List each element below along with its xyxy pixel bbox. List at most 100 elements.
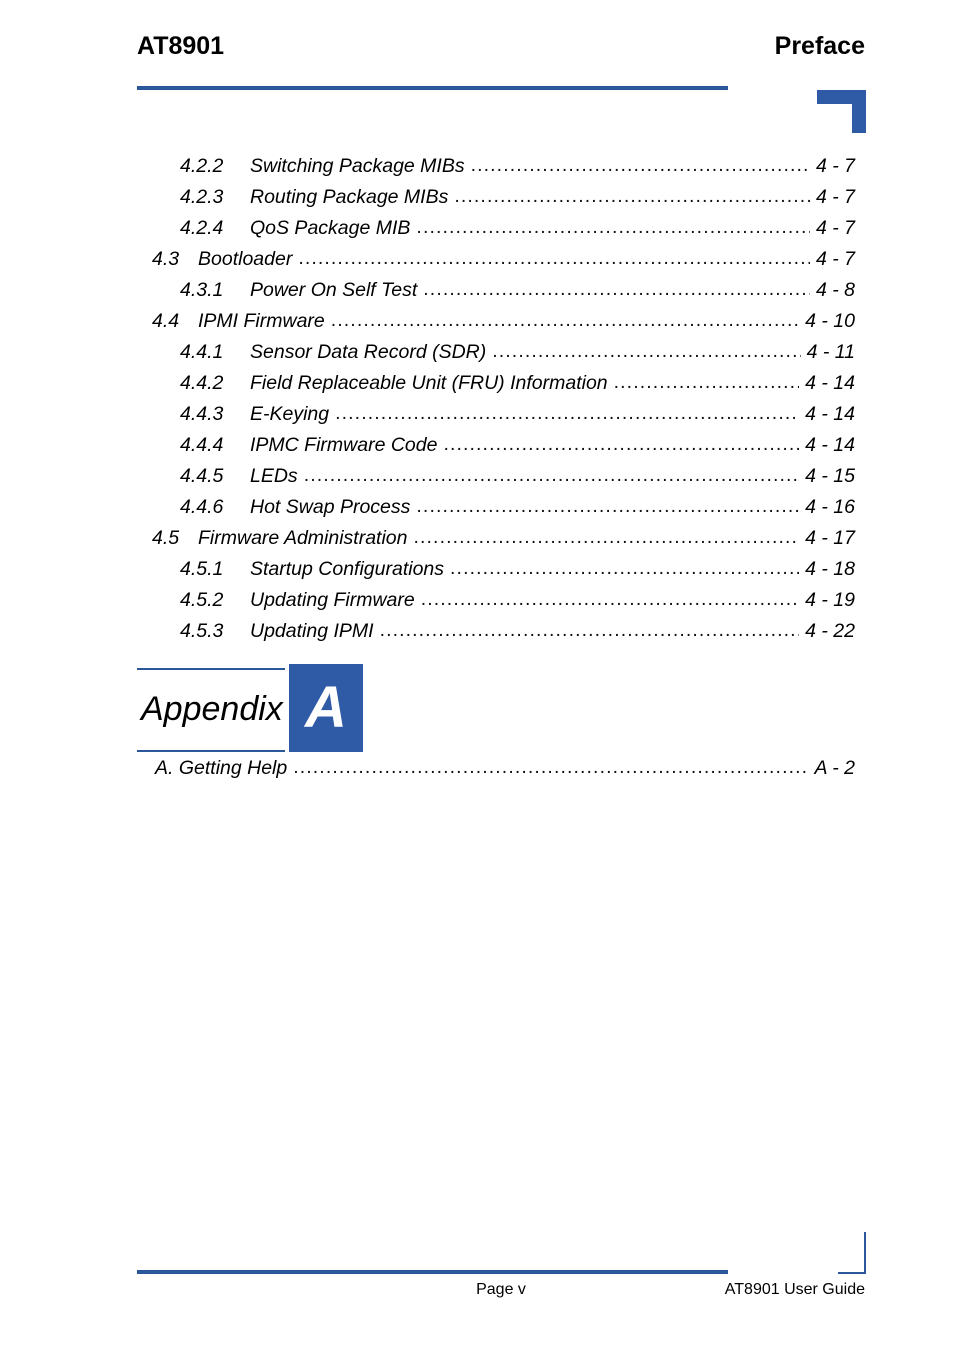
toc-entry-dot-leader [293,752,808,774]
toc-entry-title: Startup Configurations [250,558,445,580]
corner-mark-bottom-horizontal-line [838,1272,866,1274]
toc-entry-page-number: 4 - 14 [805,434,855,456]
toc-entry-page-number: 4 - 15 [805,465,855,487]
toc-entry-page-number: 4 - 7 [815,186,855,208]
toc-entry-title: Power On Self Test [250,279,418,301]
toc-entry-dot-leader [492,336,800,358]
toc-entry-number: 4.5.1 [180,558,224,580]
toc-entry-content: 4.2.3 Routing Package MIBs 4 - 7 [180,181,855,213]
toc-entry-number: 4.5.3 [180,620,224,642]
toc-entry-dot-leader [331,305,799,327]
toc-entry-content: 4.4.2 Field Replaceable Unit (FRU) Inform… [180,367,855,399]
toc-entry-title: LEDs [250,465,298,487]
toc-entry[interactable]: 4.3.1 Power On Self Test 4 - 8 [0,274,954,305]
toc-entry[interactable]: 4.2.2 Switching Package MIBs 4 - 7 [0,150,954,181]
toc-entry-title: Field Replaceable Unit (FRU) Information [250,372,608,394]
toc-entry-number: 4.2.2 [180,155,224,177]
toc-entry-page-number: 4 - 19 [805,589,855,611]
appendix-rule-top [137,668,285,670]
toc-entry-title: Sensor Data Record (SDR) [250,341,487,363]
toc-entry-title: QoS Package MIB [250,217,411,239]
toc-entry-number: 4.2.4 [180,217,224,239]
toc-entry-title: Bootloader [198,248,293,270]
toc-entry[interactable]: 4.3 Bootloader 4 - 7 [0,243,954,274]
toc-entry-title: IPMI Firmware [198,310,325,332]
toc-entry[interactable]: 4.2.4 QoS Package MIB 4 - 7 [0,212,954,243]
toc-entry[interactable]: 4.2.3 Routing Package MIBs 4 - 7 [0,181,954,212]
toc-entry-page-number: A - 2 [814,757,855,779]
toc-entry-number: 4.4.1 [180,341,224,363]
appendix-heading: Appendix A [137,664,365,752]
corner-mark-bottom-vertical-line [864,1232,866,1274]
toc-entry[interactable]: 4.5.1 Startup Configurations 4 - 18 [0,553,954,584]
toc-entry-dot-leader [471,150,810,172]
toc-entry-number: 4.4.6 [180,496,224,518]
toc-entry-page-number: 4 - 16 [805,496,855,518]
toc-entry-number: 4.2.3 [180,186,224,208]
toc-entry-dot-leader [416,212,810,234]
toc-entry-dot-leader [450,553,799,575]
appendix-letter: A [305,675,347,740]
toc-entry-number: 4.4.4 [180,434,224,456]
toc-entry-content: A. Getting Help A - 2 [155,752,855,784]
toc-entry-number: 4.5 [152,527,180,549]
toc-entry-number: 4.3.1 [180,279,224,301]
toc-entry-page-number: 4 - 14 [805,372,855,394]
toc-entry[interactable]: 4.4.2 Field Replaceable Unit (FRU) Inform… [0,367,954,398]
toc-entry-content: 4.2.4 QoS Package MIB 4 - 7 [180,212,855,244]
header-divider [137,86,728,90]
toc-entry-title: Hot Swap Process [250,496,411,518]
toc-entry-page-number: 4 - 7 [815,248,855,270]
toc-entry-page-number: 4 - 11 [806,341,855,363]
toc-entry-content: 4.3 Bootloader 4 - 7 [152,243,855,275]
toc-entry-title: Switching Package MIBs [250,155,465,177]
toc-entry[interactable]: 4.5 Firmware Administration 4 - 17 [0,522,954,553]
toc-entry-content: 4.4.4 IPMC Firmware Code 4 - 14 [180,429,855,461]
toc-entry-title: Updating Firmware [250,589,415,611]
page-footer: Page v AT8901 User Guide [137,1281,865,1305]
toc-entry[interactable]: 4.4.3 E-Keying 4 - 14 [0,398,954,429]
toc-entry-content: 4.2.2 Switching Package MIBs 4 - 7 [180,150,855,182]
toc-entry[interactable]: 4.5.2 Updating Firmware 4 - 19 [0,584,954,615]
toc-entry-title: Firmware Administration [198,527,408,549]
footer-divider [137,1270,728,1274]
toc-entry[interactable]: 4.4.6 Hot Swap Process 4 - 16 [0,491,954,522]
toc-entry-page-number: 4 - 14 [805,403,855,425]
toc-entry-title: Routing Package MIBs [250,186,449,208]
toc-entry-page-number: 4 - 7 [815,155,855,177]
toc-entry-content: 4.4.5 LEDs 4 - 15 [180,460,855,492]
toc-entry[interactable]: 4.4.1 Sensor Data Record (SDR) 4 - 11 [0,336,954,367]
toc-entry-content: 4.4.1 Sensor Data Record (SDR) 4 - 11 [180,336,855,368]
toc-entry-title: IPMC Firmware Code [250,434,438,456]
corner-mark-bottom-icon [838,1232,866,1274]
toc-entry[interactable]: 4.4.4 IPMC Firmware Code 4 - 14 [0,429,954,460]
corner-mark-top-vertical-bar [852,90,866,133]
toc-entry[interactable]: 4.5.3 Updating IPMI 4 - 22 [0,615,954,646]
toc-entry-dot-leader [454,181,810,203]
toc-entry-content: 4.5.1 Startup Configurations 4 - 18 [180,553,855,585]
toc-entry-content: 4.5 Firmware Administration 4 - 17 [152,522,855,554]
toc-entry-title: E-Keying [250,403,330,425]
toc-entry-dot-leader [414,522,800,544]
toc-entry-page-number: 4 - 7 [815,217,855,239]
toc-entry-page-number: 4 - 8 [815,279,855,301]
footer-guide-title: AT8901 User Guide [724,1281,865,1298]
document-title: AT8901 [137,32,225,60]
toc-entry[interactable]: A. Getting Help A - 2 [0,752,954,783]
toc-entry-content: 4.3.1 Power On Self Test 4 - 8 [180,274,855,306]
toc-entry-dot-leader [380,615,800,637]
toc-entry[interactable]: 4.4 IPMI Firmware 4 - 10 [0,305,954,336]
toc-entry-content: 4.4 IPMI Firmware 4 - 10 [152,305,855,337]
section-title: Preface [774,32,865,60]
toc-entry-title: A. Getting Help [155,757,288,779]
toc-entry[interactable]: 4.4.5 LEDs 4 - 15 [0,460,954,491]
appendix-label: Appendix [141,690,283,728]
toc-entry-number: 4.4 [152,310,180,332]
page-header: AT8901 Preface [137,32,865,92]
toc-entry-number: 4.4.5 [180,465,224,487]
appendix-letter-badge: A [289,664,363,752]
toc-entry-number: 4.4.2 [180,372,224,394]
corner-mark-top-icon [817,90,866,133]
toc-entry-page-number: 4 - 17 [805,527,855,549]
toc-entry-dot-leader [416,491,799,513]
